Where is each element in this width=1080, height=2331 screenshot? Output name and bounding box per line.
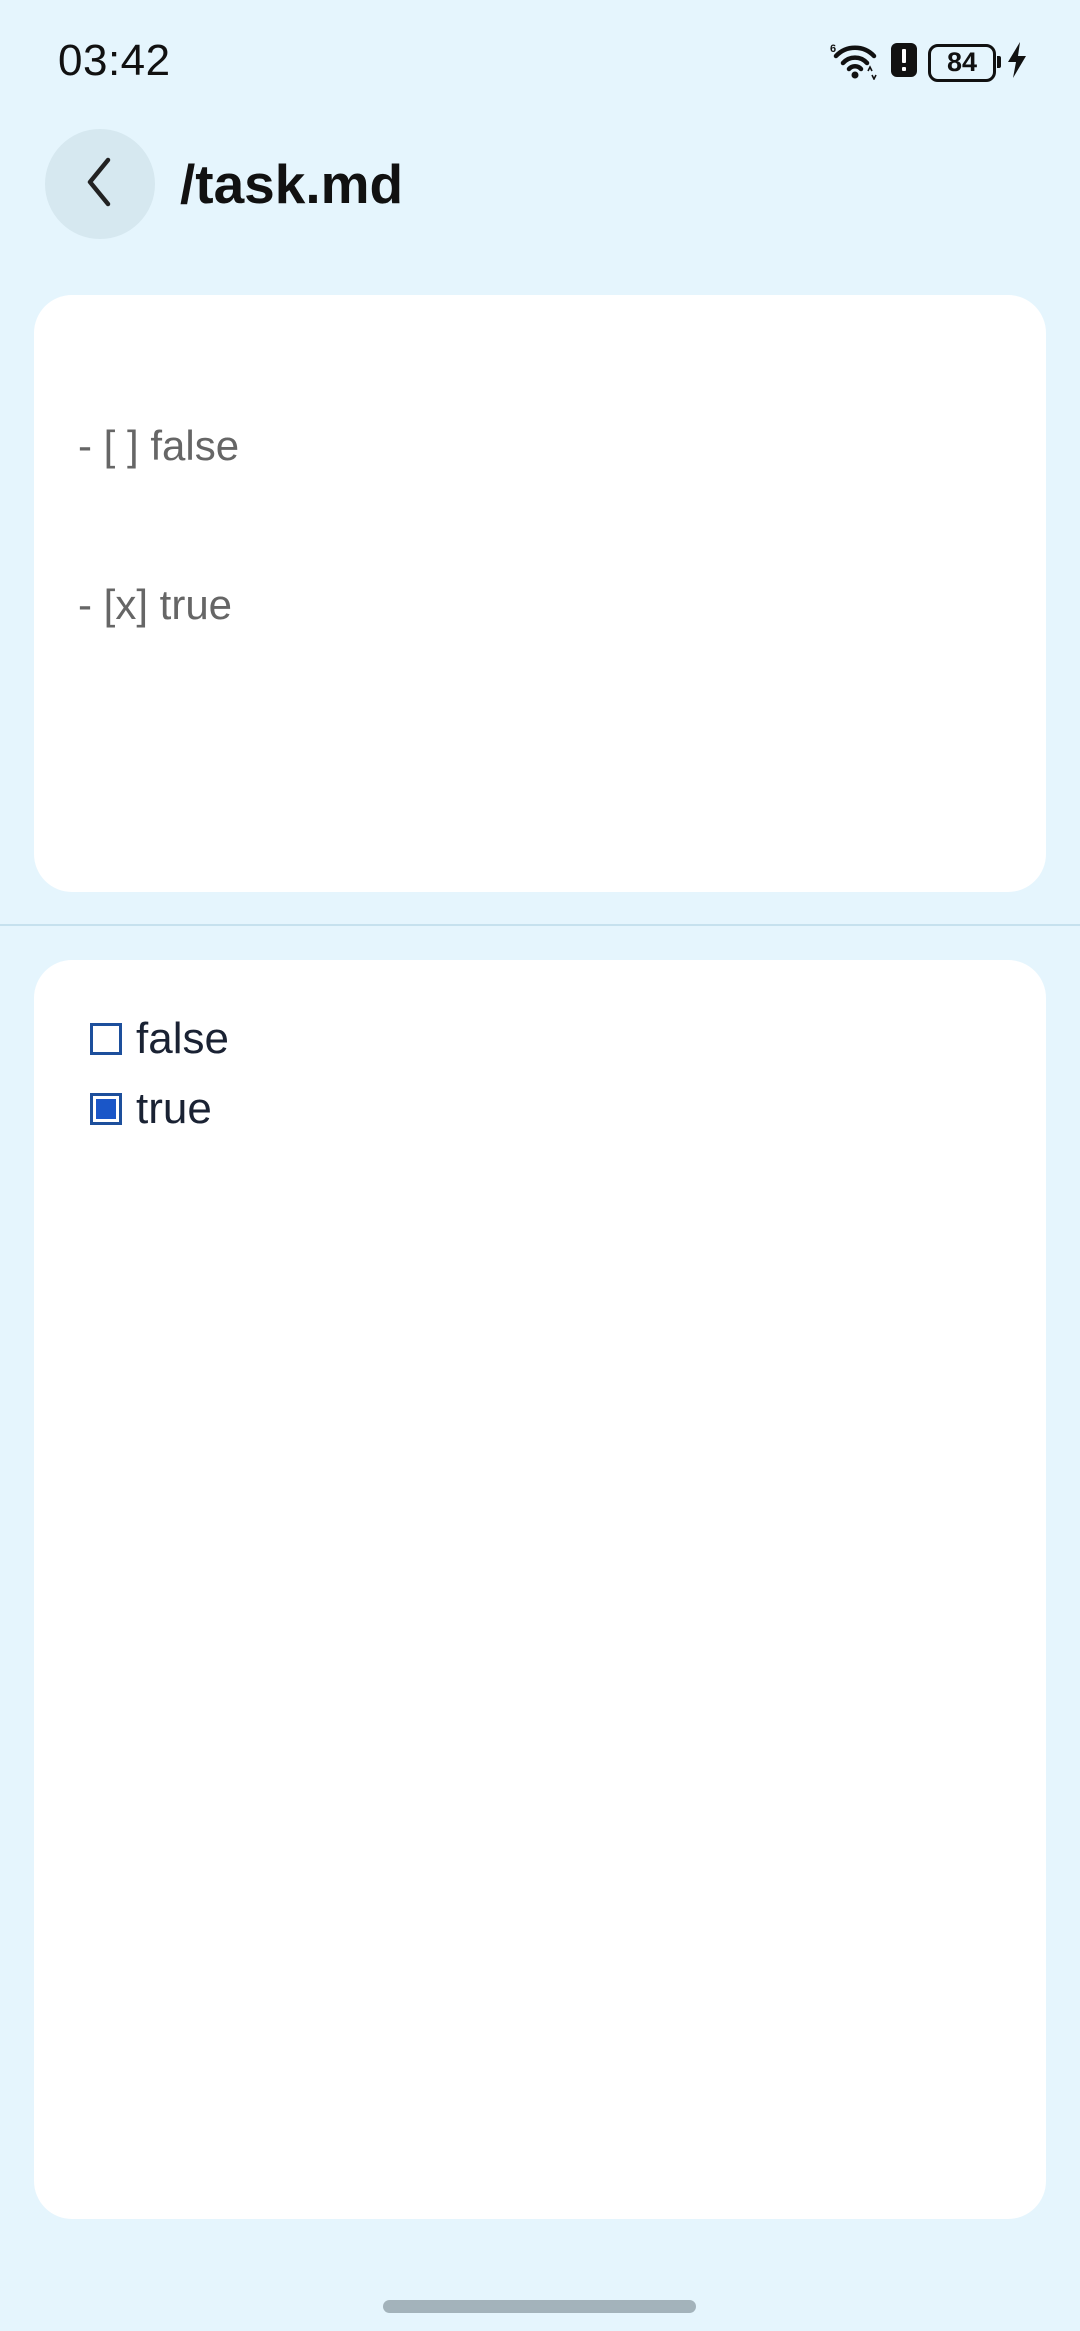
alert-icon: [890, 42, 918, 83]
pane-divider[interactable]: [0, 924, 1080, 926]
task-list: false true: [90, 1004, 229, 1144]
status-time: 03:42: [58, 36, 171, 85]
battery-icon: 84: [928, 43, 1001, 82]
battery-level: 84: [946, 47, 978, 77]
page-title: /task.md: [180, 153, 404, 215]
status-bar: 03:42 6 84: [0, 0, 1080, 124]
back-button[interactable]: [45, 129, 155, 239]
editor-text[interactable]: - [ ] false - [x] true: [78, 313, 1006, 737]
markdown-editor[interactable]: - [ ] false - [x] true: [34, 295, 1046, 892]
home-indicator[interactable]: [383, 2300, 696, 2313]
markdown-preview: false true: [34, 960, 1046, 2219]
status-icons: 6 84: [830, 40, 1028, 85]
editor-line: - [ ] false: [78, 422, 240, 469]
task-item: true: [90, 1074, 229, 1144]
task-checkbox-checked[interactable]: [90, 1093, 122, 1125]
task-label: true: [136, 1084, 212, 1133]
charging-icon: [1006, 41, 1028, 84]
app-header: /task.md: [0, 124, 1080, 252]
chevron-left-icon: [80, 154, 120, 215]
task-checkbox-unchecked[interactable]: [90, 1023, 122, 1055]
task-item: false: [90, 1004, 229, 1074]
svg-text:6: 6: [830, 43, 836, 55]
editor-line: - [x] true: [78, 581, 233, 628]
wifi-icon: 6: [830, 40, 880, 85]
task-label: false: [136, 1014, 229, 1063]
